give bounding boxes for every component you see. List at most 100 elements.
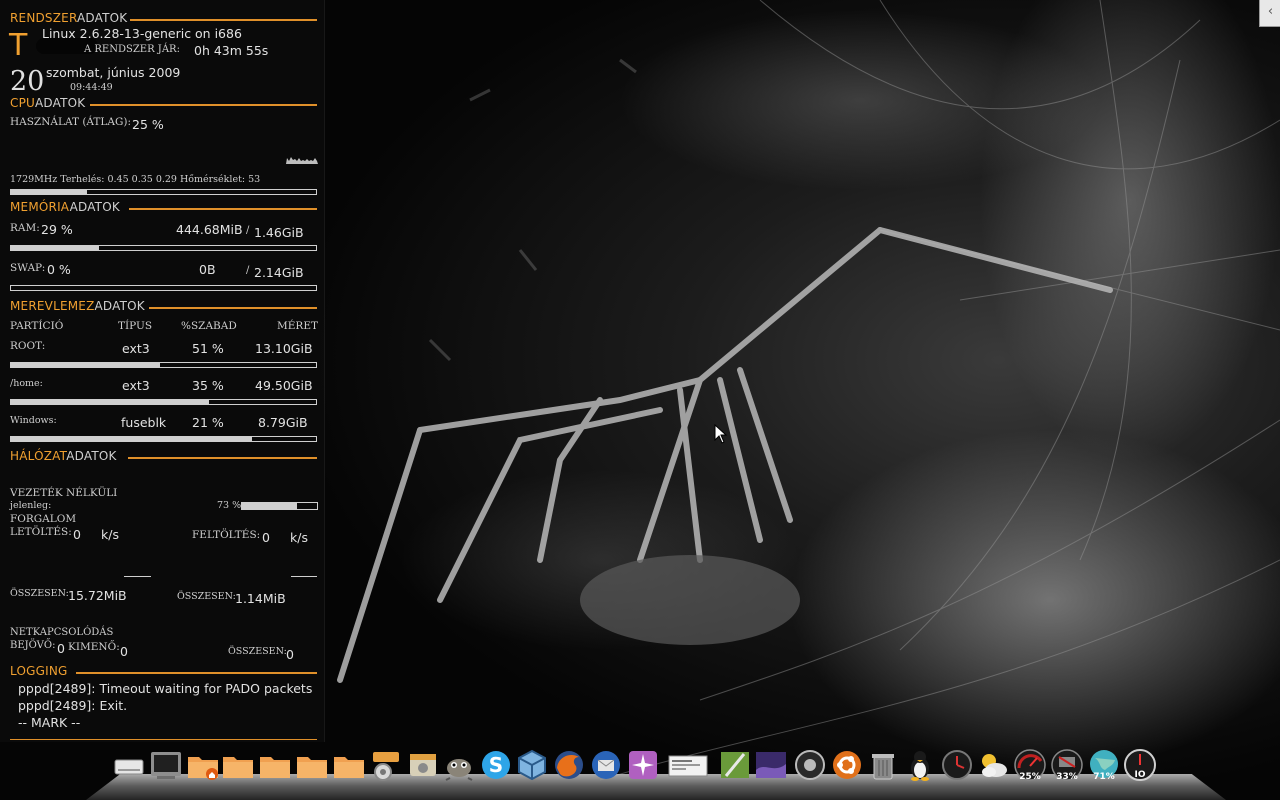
disk-section-header: MEREVLEMEZADATOK: [10, 299, 145, 313]
cpu-history-graph: [286, 157, 318, 164]
ram-used: 444.68MiB: [176, 222, 243, 237]
connections-total-label: ÖSSZESEN:: [228, 646, 287, 657]
distro-logo: T: [9, 28, 28, 63]
wireless-signal-percent: 73 %: [217, 500, 242, 511]
disk-col-free: %SZABAD: [181, 320, 237, 332]
ram-gauge-icon[interactable]: 33%: [1050, 748, 1084, 782]
uptime-value: 0h 43m 55s: [194, 43, 269, 58]
logging-section-header: LOGGING: [10, 664, 68, 678]
disk-row-free: 51 %: [192, 341, 224, 356]
clock-time: 09:44:49: [70, 82, 113, 93]
thunderbird-icon[interactable]: [589, 748, 623, 782]
trash-icon[interactable]: [866, 748, 900, 782]
text-editor-icon[interactable]: [718, 748, 752, 782]
globe-gauge-icon[interactable]: 71%: [1087, 748, 1121, 782]
drive-icon[interactable]: [112, 748, 146, 782]
skype-icon[interactable]: S: [479, 748, 513, 782]
tux-icon[interactable]: [903, 748, 937, 782]
cpu-usage-label: HASZNÁLAT (ÁTLAG):: [10, 116, 132, 128]
upload-unit: k/s: [290, 530, 308, 545]
network-section-header: HÁLÓZATADATOK: [10, 449, 117, 463]
orb-icon[interactable]: [793, 748, 827, 782]
cpu-usage-value: 25 %: [132, 117, 164, 132]
weather-icon[interactable]: [976, 748, 1010, 782]
virtualbox-icon[interactable]: [515, 748, 549, 782]
io-gauge-icon[interactable]: IO: [1123, 748, 1157, 782]
swap-label: SWAP:: [10, 262, 46, 274]
download-total-label: ÖSSZESEN:: [10, 588, 69, 599]
cpu-section-header: CPUADATOK: [10, 96, 86, 110]
folder-icon[interactable]: [295, 748, 329, 782]
log-line: pppd[2489]: Exit.: [18, 698, 128, 713]
wireless-current-label: jelenleg:: [10, 500, 52, 511]
disk-row-free: 35 %: [192, 378, 224, 393]
folder-icon[interactable]: [258, 748, 292, 782]
date-text: szombat, június 2009: [46, 65, 181, 80]
incoming-value: 0: [57, 641, 65, 656]
svg-text:S: S: [489, 753, 503, 777]
disk-root-bar: [10, 362, 317, 368]
firefox-icon[interactable]: [552, 748, 586, 782]
section-divider: [76, 672, 317, 674]
cpu-freq-load-temp: 1729MHz Terhelés: 0.45 0.35 0.29 Hőmérsé…: [10, 174, 261, 185]
swap-usage-bar: [10, 285, 317, 291]
uptime-label: A RENDSZER JÁR:: [84, 44, 180, 55]
section-divider: [90, 104, 317, 106]
system-section-header: RENDSZERADATOK: [10, 11, 128, 25]
ram-total: 1.46GiB: [254, 225, 304, 240]
swap-used: 0B: [199, 262, 216, 277]
disk-row-name: /home:: [10, 378, 43, 389]
clock-icon[interactable]: [940, 748, 974, 782]
cpu-usage-bar-fill: [11, 190, 88, 194]
ram-label: RAM:: [10, 222, 40, 234]
cpu-usage-bar: [10, 189, 317, 195]
disk-windows-bar: [10, 436, 317, 442]
upload-value: 0: [262, 530, 270, 545]
ram-usage-bar: [10, 245, 317, 251]
disk-row-free: 21 %: [192, 415, 224, 430]
folder-icon[interactable]: [221, 748, 255, 782]
upload-label: FELTÖLTÉS:: [192, 529, 261, 541]
swap-percent: 0 %: [47, 262, 71, 277]
log-line: pppd[2489]: Timeout waiting for PADO pac…: [18, 681, 313, 696]
mouse-cursor-icon: [714, 424, 728, 444]
gimp-icon[interactable]: [442, 748, 476, 782]
svg-text:IO: IO: [1135, 770, 1146, 780]
log-line: -- MARK --: [18, 715, 81, 730]
kernel-info: Linux 2.6.28-13-generic on i686: [42, 26, 242, 41]
window-preview-icon[interactable]: [668, 748, 708, 782]
disk-row-type: ext3: [122, 378, 150, 393]
disk-row-type: fuseblk: [121, 415, 167, 430]
folder-icon[interactable]: [332, 748, 366, 782]
section-divider: [128, 457, 317, 459]
disk-row-type: ext3: [122, 341, 150, 356]
download-label: LETÖLTÉS:: [10, 526, 72, 538]
disk-row-name: Windows:: [10, 415, 57, 426]
date-day: 20: [10, 66, 45, 97]
section-divider: [130, 19, 317, 21]
terminal-icon[interactable]: [149, 748, 183, 782]
archive-icon[interactable]: [406, 748, 440, 782]
traffic-label: FORGALOM: [10, 513, 77, 525]
ubuntu-icon[interactable]: [830, 748, 864, 782]
panel-expand-handle[interactable]: ‹: [1259, 0, 1280, 27]
settings-icon[interactable]: [369, 748, 403, 782]
svg-text:71%: 71%: [1093, 772, 1115, 782]
section-divider: [10, 739, 317, 740]
connections-label: NETKAPCSOLÓDÁS: [10, 627, 114, 638]
download-value: 0: [73, 527, 81, 542]
svg-text:25%: 25%: [1019, 772, 1041, 782]
home-folder-icon[interactable]: [186, 748, 220, 782]
star-app-icon[interactable]: [626, 748, 660, 782]
cpu-gauge-icon[interactable]: 25%: [1013, 748, 1047, 782]
ram-separator: /: [246, 225, 250, 236]
upload-graph: [291, 576, 317, 577]
upload-total-label: ÖSSZESEN:: [177, 591, 236, 602]
wallpaper-icon[interactable]: [754, 748, 788, 782]
disk-windows-bar-fill: [11, 437, 252, 441]
disk-home-bar-fill: [11, 400, 210, 404]
disk-home-bar: [10, 399, 317, 405]
disk-col-type: TÍPUS: [118, 320, 153, 332]
download-graph: [124, 576, 151, 577]
ram-percent: 29 %: [41, 222, 73, 237]
